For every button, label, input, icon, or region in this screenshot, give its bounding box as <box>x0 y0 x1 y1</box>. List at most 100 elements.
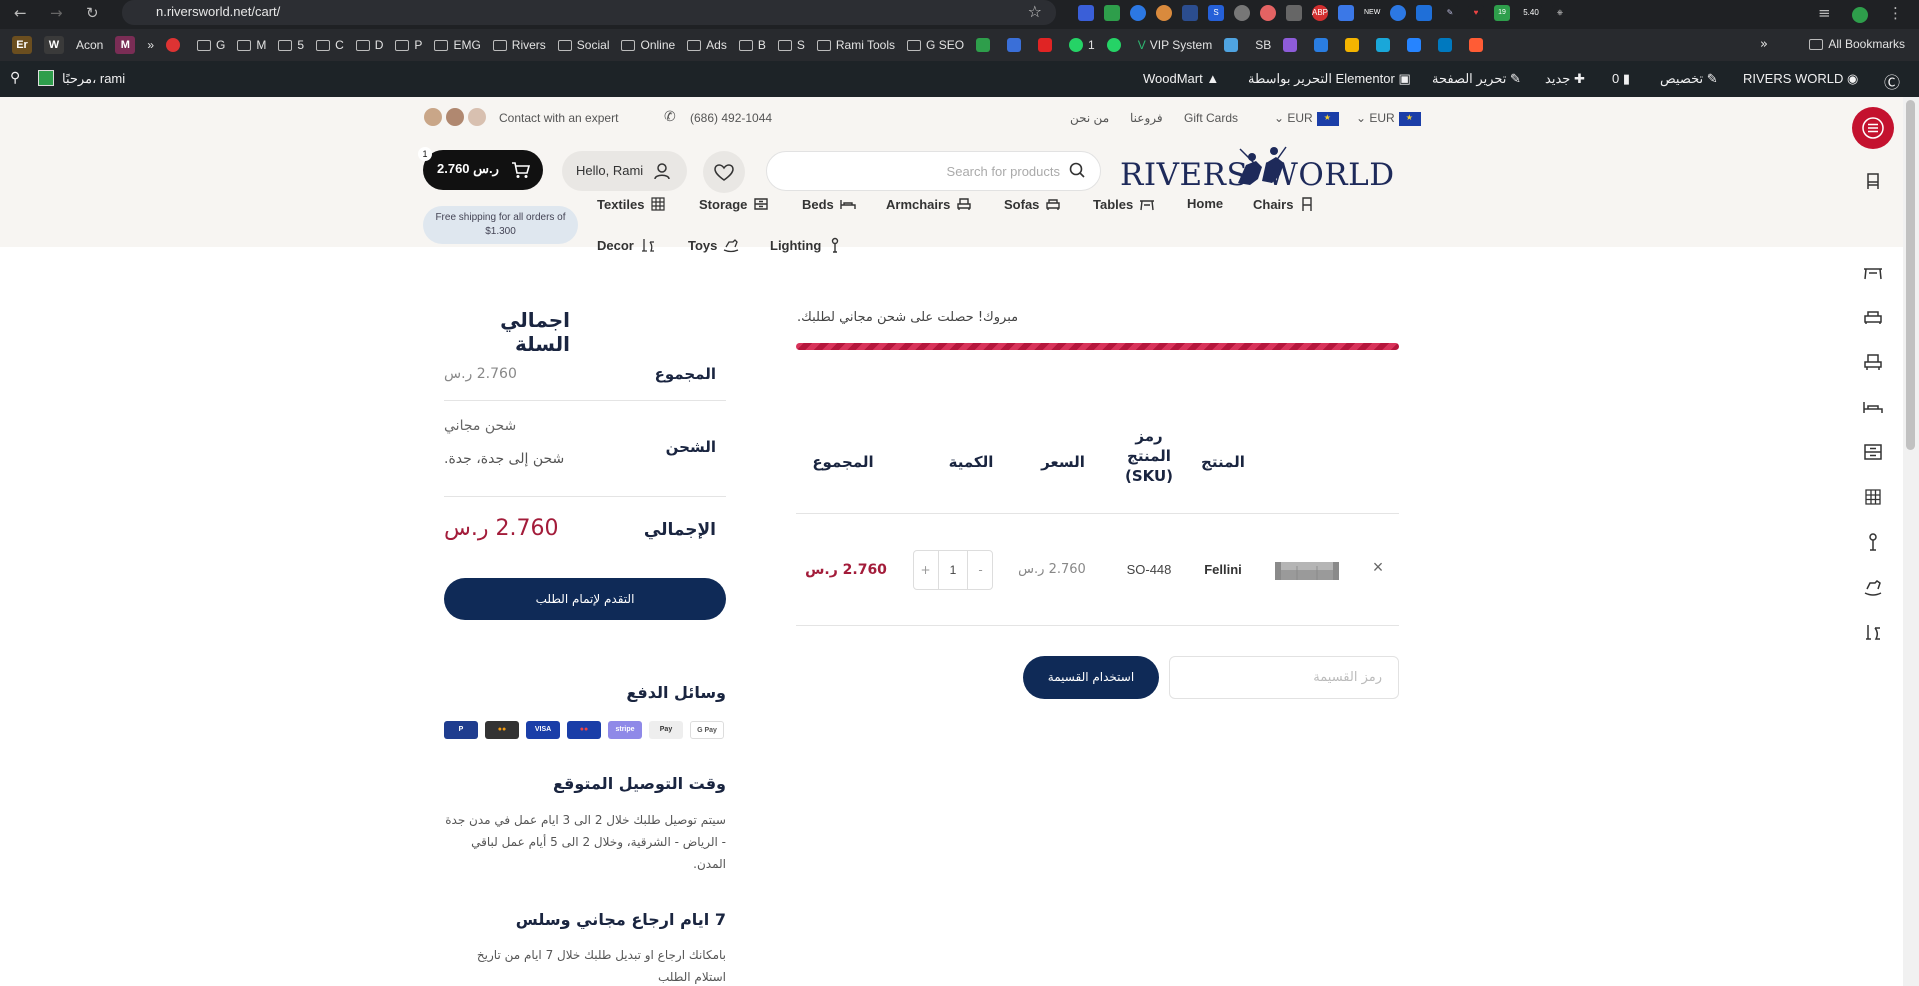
bookmark-cyan[interactable] <box>1376 38 1395 52</box>
wave-ext-icon[interactable] <box>1130 5 1146 21</box>
bookmark-m[interactable]: M <box>115 36 136 54</box>
nav-storage[interactable]: Storage <box>699 196 769 212</box>
product-thumbnail[interactable] <box>1273 558 1341 586</box>
s-ext-icon[interactable]: S <box>1208 5 1224 21</box>
bookmark-vip-system[interactable]: V VIP System <box>1138 38 1212 52</box>
nav-armchairs[interactable]: Armchairs <box>886 196 972 212</box>
elementor-edit[interactable]: التحرير بواسطة Elementor ▣ <box>1248 71 1411 87</box>
colorful-ext-icon[interactable] <box>1156 5 1172 21</box>
search-icon[interactable] <box>1068 161 1086 179</box>
num-ext-icon[interactable]: 5.40 <box>1520 5 1542 21</box>
site-name[interactable]: RIVERS WORLD ◉ <box>1743 71 1858 87</box>
wordpress-logo-icon[interactable]: Ⓒ <box>1884 69 1900 93</box>
nav-beds[interactable]: Beds <box>802 196 856 212</box>
bookmark-folder-5[interactable]: 5 <box>278 38 304 52</box>
nav-tables[interactable]: Tables <box>1093 196 1155 212</box>
bookmark-whatsapp-1[interactable]: 1 <box>1069 38 1095 52</box>
side-bed-icon[interactable] <box>1863 397 1883 417</box>
chrome-ext-icon[interactable] <box>1390 5 1406 21</box>
green-ext-icon[interactable] <box>1104 5 1120 21</box>
nav-sofas[interactable]: Sofas <box>1004 196 1061 212</box>
box-ext-icon[interactable] <box>1286 5 1302 21</box>
bookmark-green[interactable] <box>976 38 995 52</box>
bookmark-folder-social[interactable]: Social <box>557 38 609 52</box>
bookmark-translate[interactable] <box>1007 38 1026 52</box>
translate-ext-icon[interactable] <box>1338 5 1354 21</box>
coupon-input[interactable]: رمز القسيمة <box>1169 656 1399 699</box>
all-bookmarks[interactable]: All Bookmarks <box>1809 37 1905 51</box>
avatar[interactable] <box>38 70 54 86</box>
search-input[interactable]: Search for products <box>766 151 1101 191</box>
menu-lines-icon[interactable]: ≡ <box>1818 4 1831 22</box>
bookmark-star-icon[interactable]: ☆ <box>1028 2 1042 21</box>
cart-button[interactable]: 2.760 ر.س <box>423 150 543 190</box>
heart-ext-icon[interactable]: ♥ <box>1468 5 1484 21</box>
nav-toys[interactable]: Toys <box>688 237 739 253</box>
phone-link[interactable]: (686) 492-1044 <box>690 111 772 125</box>
comments[interactable]: 0 ▮ <box>1612 71 1630 87</box>
bookmark-folder-rivers[interactable]: Rivers <box>492 38 546 52</box>
remove-item-button[interactable]: × <box>1370 557 1386 581</box>
forward-arrow-icon[interactable]: → <box>50 4 63 22</box>
bookmark-er[interactable]: Er <box>12 36 32 54</box>
bookmark-folder-p[interactable]: P <box>395 38 422 52</box>
new-ext-icon[interactable]: NEW <box>1364 5 1380 21</box>
count-ext-icon[interactable]: 19 <box>1494 5 1510 21</box>
edit-page[interactable]: تحرير الصفحة ✎ <box>1432 71 1521 87</box>
bookmarks-overflow-button[interactable]: » <box>1760 37 1768 52</box>
side-textile-icon[interactable] <box>1863 487 1883 507</box>
contact-expert-link[interactable]: Contact with an expert <box>499 111 618 125</box>
side-lamp-icon[interactable] <box>1863 532 1883 552</box>
bookmark-folder-ads[interactable]: Ads <box>687 38 727 52</box>
bookmark-acon[interactable]: Acon <box>76 38 103 52</box>
puzzle-ext-icon[interactable]: ⎈ <box>1552 5 1568 21</box>
new-content[interactable]: جديد ✚ <box>1545 71 1585 87</box>
scroll-thumb[interactable] <box>1906 100 1915 450</box>
profile-avatar-icon[interactable] <box>1852 7 1868 23</box>
side-armchair-icon[interactable] <box>1863 352 1883 372</box>
pen-ext-icon[interactable]: ✎ <box>1442 5 1458 21</box>
bookmark-youtube[interactable] <box>1038 38 1057 52</box>
account-button[interactable]: Hello, Rami <box>562 151 687 191</box>
about-link[interactable]: من نحن <box>1070 111 1109 125</box>
side-table-icon[interactable] <box>1863 262 1883 282</box>
gray-ext-icon[interactable] <box>1234 5 1250 21</box>
url-text[interactable]: n.riversworld.net/cart/ <box>156 4 280 19</box>
bookmark-orange[interactable] <box>1469 38 1488 52</box>
side-chair-icon[interactable] <box>1863 171 1883 191</box>
product-name-link[interactable]: Fellini <box>1188 562 1258 577</box>
bookmark-folder-m[interactable]: M <box>237 38 266 52</box>
red-ext-icon[interactable] <box>1260 5 1276 21</box>
apply-coupon-button[interactable]: استخدام القسيمة <box>1023 656 1159 699</box>
bookmark-purple[interactable] <box>1283 38 1302 52</box>
back-arrow-icon[interactable]: ← <box>14 4 27 22</box>
hamburger-menu-button[interactable] <box>1852 107 1894 149</box>
bookmark-blue2[interactable] <box>1314 38 1333 52</box>
bookmark-folder-s[interactable]: S <box>777 38 805 52</box>
gift-cards-link[interactable]: Gift Cards <box>1184 111 1238 125</box>
kebab-menu-icon[interactable]: ⋮ <box>1888 4 1903 22</box>
currency-switcher-2[interactable]: ⌄ EUR <box>1356 111 1421 126</box>
site-logo[interactable]: RIVERS WORLD <box>1120 145 1420 195</box>
bookmark-dot[interactable] <box>166 38 185 52</box>
shield-ext-icon[interactable] <box>1078 5 1094 21</box>
bookmark-folder-g-seo[interactable]: G SEO <box>907 38 964 52</box>
bookmark-blue[interactable] <box>1224 38 1243 52</box>
bookmark-trello[interactable] <box>1438 38 1457 52</box>
customize[interactable]: تخصيص ✎ <box>1660 71 1718 87</box>
nav-home[interactable]: Home <box>1187 196 1223 211</box>
qty-minus-button[interactable]: - <box>968 550 993 590</box>
search-icon[interactable]: ⚲ <box>10 69 20 86</box>
download-ext-icon[interactable] <box>1416 5 1432 21</box>
bookmark-blue3[interactable] <box>1407 38 1426 52</box>
blue-ext-icon[interactable] <box>1182 5 1198 21</box>
wishlist-button[interactable] <box>703 151 745 193</box>
bookmark-sb[interactable]: SB <box>1255 38 1271 52</box>
qty-plus-button[interactable]: + <box>913 550 938 590</box>
bookmark-whatsapp-2[interactable] <box>1106 38 1126 52</box>
address-bar[interactable]: n.riversworld.net/cart/ ☆ <box>122 0 1056 25</box>
side-toy-icon[interactable] <box>1863 577 1883 597</box>
branches-link[interactable]: فروعنا <box>1130 111 1163 125</box>
bookmark-folder-emg[interactable]: EMG <box>434 38 481 52</box>
nav-lighting[interactable]: Lighting <box>770 237 843 253</box>
